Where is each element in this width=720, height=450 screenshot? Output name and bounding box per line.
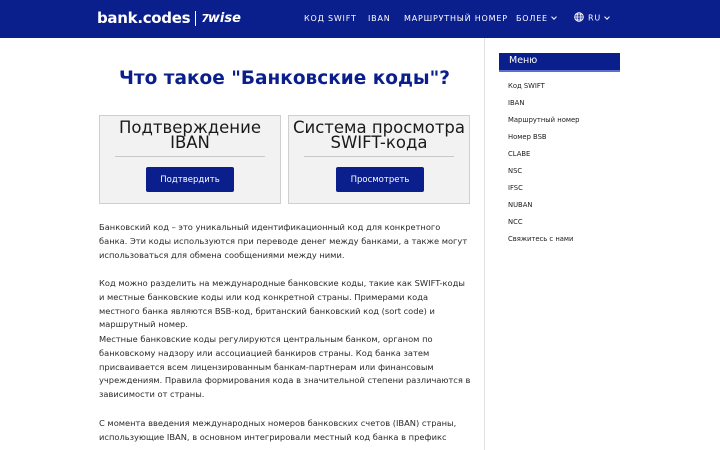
iban-validation-card: Подтверждение IBAN Подтвердить <box>99 115 281 204</box>
validate-iban-button[interactable]: Подтвердить <box>146 167 234 192</box>
sidebar-item-bsb[interactable]: Номер BSB <box>508 133 547 141</box>
lookup-swift-button[interactable]: Просмотреть <box>336 167 424 192</box>
chevron-down-icon <box>604 13 610 20</box>
sidebar-item-ifsc[interactable]: IFSC <box>508 184 523 192</box>
nav-link-swift-code[interactable]: Код SWIFT <box>304 14 357 23</box>
paragraph-iban-integration: С момента введения международных номеров… <box>99 418 457 442</box>
globe-icon <box>574 12 584 22</box>
paragraph-code-types: Код можно разделить на международные бан… <box>99 278 465 330</box>
sidebar-divider <box>484 38 485 450</box>
logo-wise: 7 wise <box>201 11 241 26</box>
logo-bank-codes: bank.codes <box>97 9 191 27</box>
sidebar-item-clabe[interactable]: CLABE <box>508 150 530 158</box>
sidebar-item-ncc[interactable]: NCC <box>508 218 523 226</box>
sidebar-item-nuban[interactable]: NUBAN <box>508 201 532 209</box>
paragraph-bank-code-definition: Банковский код – это уникальный идентифи… <box>99 222 468 260</box>
swift-lookup-card: Система просмотра SWIFT-кода Просмотреть <box>288 115 470 204</box>
nav-dropdown-more[interactable]: Более <box>516 14 557 23</box>
sidebar-item-nsc[interactable]: NSC <box>508 167 522 175</box>
logo-divider <box>195 10 197 26</box>
page-title: Что такое "Банковские коды"? <box>118 68 451 89</box>
nav-link-routing-number[interactable]: Маршрутный номер <box>404 14 508 23</box>
top-navigation-bar: bank.codes 7 wise Код SWIFT IBAN Маршрут… <box>0 0 720 38</box>
site-logo[interactable]: bank.codes 7 wise <box>97 9 241 27</box>
logo-wise-text: wise <box>207 10 241 26</box>
sidebar-item-routing-number[interactable]: Маршрутный номер <box>508 116 579 124</box>
sidebar-item-swift-code[interactable]: Код SWIFT <box>508 82 545 90</box>
paragraph-code-regulation: Местные банковские коды регулируются цен… <box>99 334 471 400</box>
nav-link-iban[interactable]: IBAN <box>368 14 391 23</box>
sidebar-item-contact-us[interactable]: Свяжитесь с нами <box>508 235 573 243</box>
language-label: RU <box>588 13 602 23</box>
sidebar-item-iban[interactable]: IBAN <box>508 99 524 107</box>
nav-more-label: Более <box>516 14 548 23</box>
chevron-down-icon <box>551 14 557 20</box>
wise-mark-icon: 7 <box>201 11 209 25</box>
sidebar-menu-title: Меню <box>499 53 620 72</box>
card-title: Система просмотра SWIFT-кода <box>292 118 466 152</box>
card-divider <box>304 156 454 157</box>
language-selector[interactable]: RU <box>574 12 610 23</box>
card-title: Подтверждение IBAN <box>119 118 261 152</box>
card-divider <box>115 156 265 157</box>
